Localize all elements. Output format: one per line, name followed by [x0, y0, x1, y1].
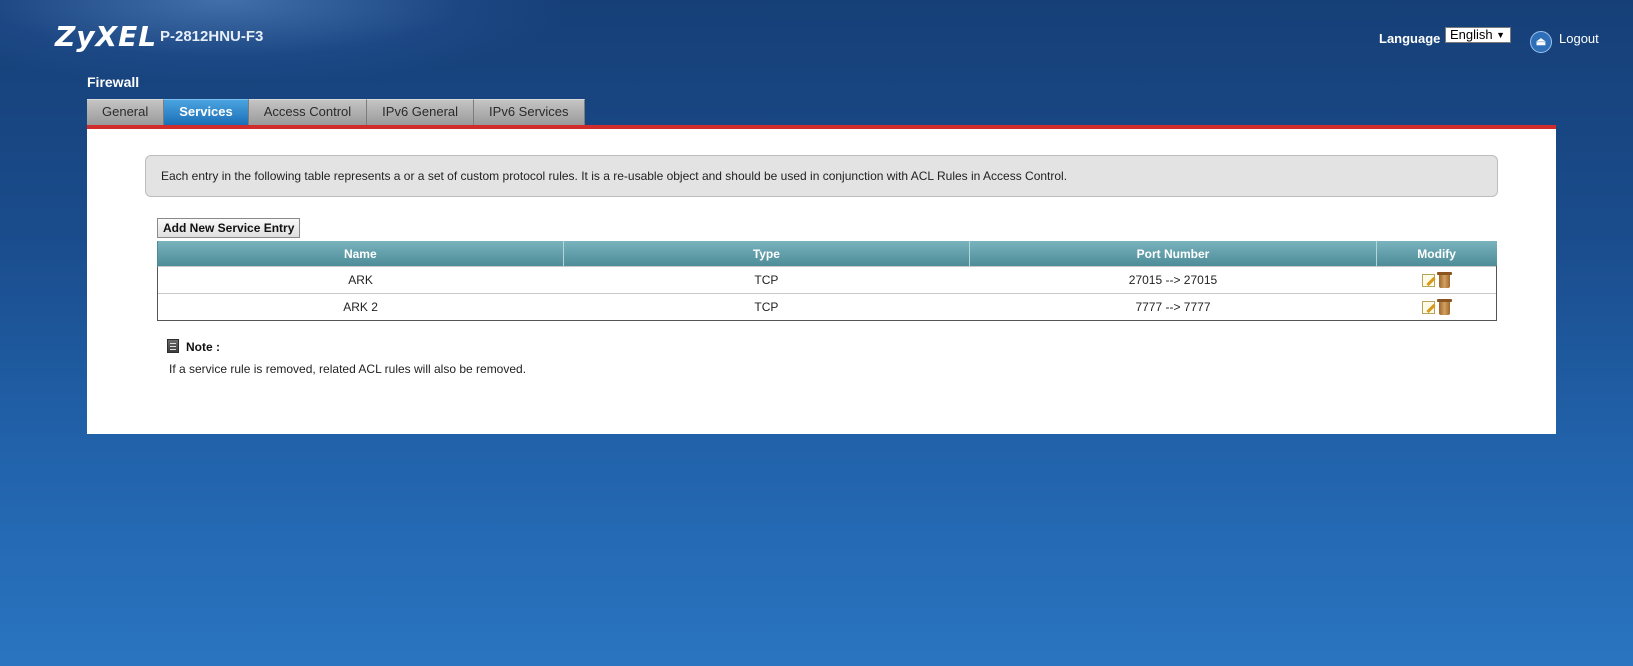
language-label: Language :: [1379, 31, 1449, 46]
tab-services[interactable]: Services: [164, 99, 249, 125]
column-header-port-number: Port Number: [969, 241, 1377, 267]
logout-icon[interactable]: ⏏: [1530, 31, 1552, 53]
cell-name: ARK: [157, 266, 564, 294]
cell-type: TCP: [563, 266, 970, 294]
tab-bar: General Services Access Control IPv6 Gen…: [87, 99, 585, 125]
cell-type: TCP: [563, 293, 970, 321]
page-title: Firewall: [87, 74, 140, 90]
model-name: P-2812HNU-F3: [160, 28, 264, 45]
brand-logo: ZyXEL: [55, 20, 158, 53]
edit-icon[interactable]: [1422, 273, 1436, 287]
content-panel: Each entry in the following table repres…: [87, 125, 1556, 434]
trash-icon[interactable]: [1437, 298, 1453, 315]
tab-access-control[interactable]: Access Control: [248, 99, 368, 125]
column-header-modify: Modify: [1375, 241, 1497, 267]
logout-link[interactable]: Logout: [1559, 31, 1599, 46]
note-title: Note :: [186, 340, 220, 354]
edit-icon[interactable]: [1422, 300, 1436, 314]
cell-port: 7777 --> 7777: [969, 293, 1377, 321]
language-select[interactable]: English ▼: [1445, 27, 1511, 43]
tab-ipv6-general[interactable]: IPv6 General: [367, 99, 475, 125]
chevron-down-icon: ▼: [1496, 30, 1505, 40]
description-box: Each entry in the following table repres…: [145, 155, 1498, 197]
column-header-name: Name: [157, 241, 564, 267]
note-icon: [167, 339, 179, 353]
add-service-entry-button[interactable]: Add New Service Entry: [157, 218, 301, 238]
language-value: English: [1450, 27, 1493, 42]
table-header-row: Name Type Port Number Modify: [157, 241, 1497, 267]
column-header-type: Type: [562, 241, 970, 267]
trash-icon[interactable]: [1437, 271, 1453, 288]
cell-port: 27015 --> 27015: [969, 266, 1377, 294]
cell-modify: [1376, 266, 1498, 294]
cell-name: ARK 2: [157, 293, 564, 321]
cell-modify: [1376, 293, 1498, 321]
services-table: Name Type Port Number Modify ARK TCP 270…: [157, 241, 1498, 321]
tab-general[interactable]: General: [87, 99, 165, 125]
tab-ipv6-services[interactable]: IPv6 Services: [474, 99, 585, 125]
note-text: If a service rule is removed, related AC…: [169, 362, 527, 376]
table-row: ARK TCP 27015 --> 27015: [157, 266, 1498, 294]
table-row: ARK 2 TCP 7777 --> 7777: [157, 293, 1498, 321]
